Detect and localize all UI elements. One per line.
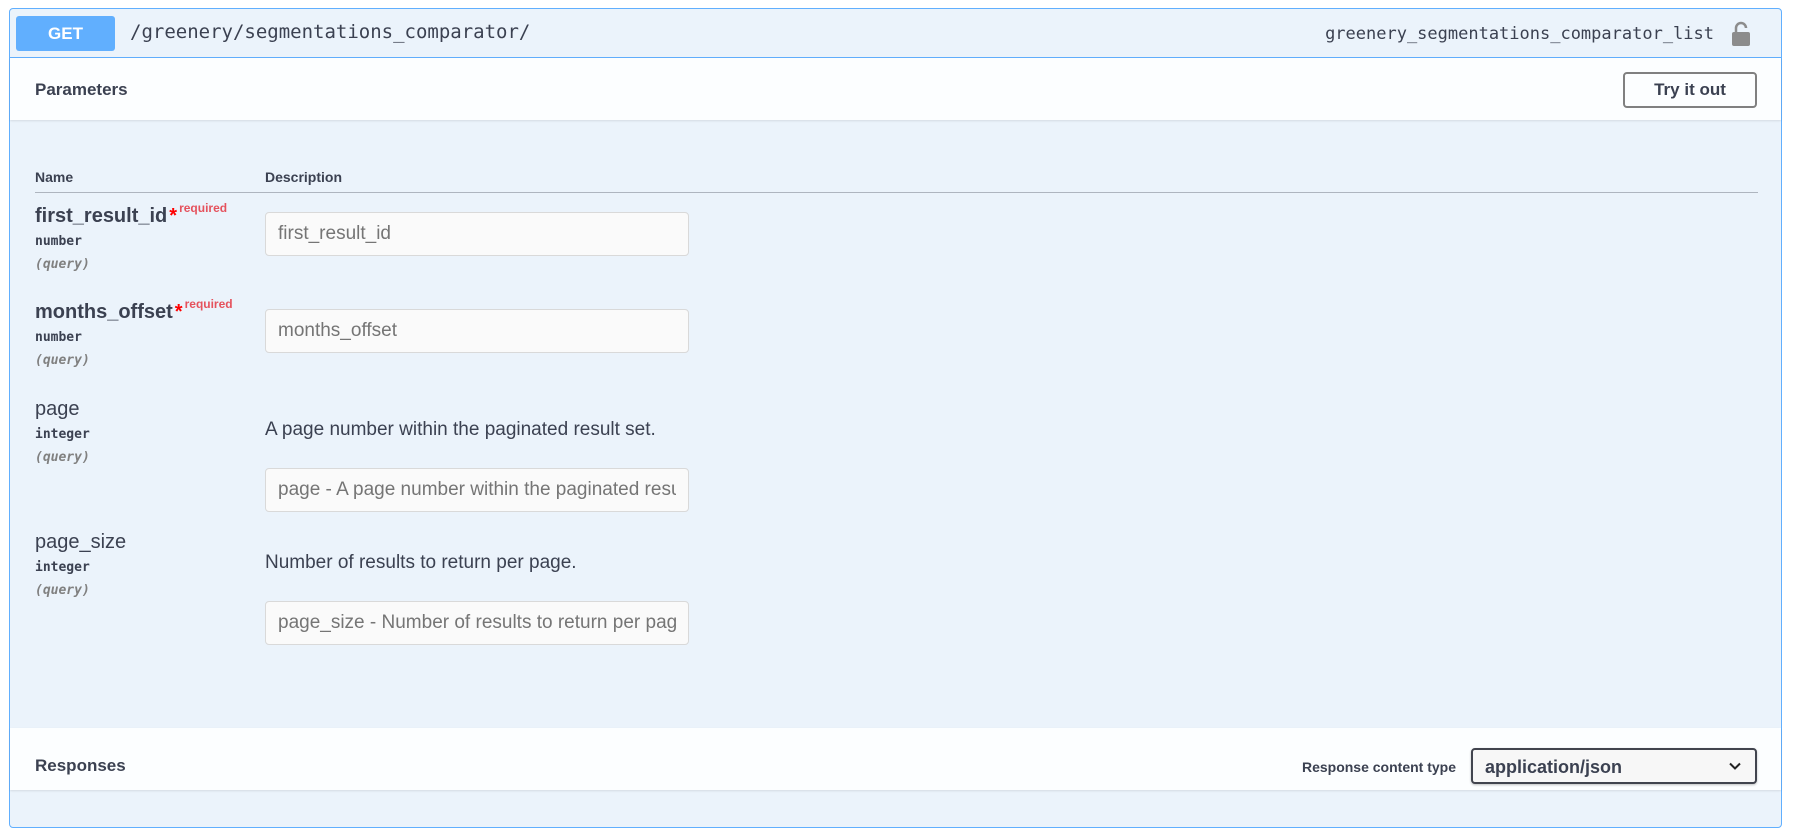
required-star: *	[174, 301, 183, 323]
months-offset-input[interactable]	[265, 309, 689, 353]
parameter-location: (query)	[35, 450, 90, 465]
unlock-icon[interactable]	[1730, 21, 1752, 47]
parameter-first-result-id: first_result_id * required number (query)	[35, 201, 255, 272]
parameter-type: number	[35, 234, 82, 249]
response-content-type-label: Response content type	[1301, 759, 1456, 775]
parameter-type: integer	[35, 560, 90, 575]
parameter-type: number	[35, 330, 82, 345]
parameter-type: integer	[35, 427, 90, 442]
operation-block-get: GET /greenery/segmentations_comparator/ …	[9, 8, 1782, 828]
required-label: required	[179, 201, 228, 215]
parameter-name: first_result_id * required	[35, 201, 255, 228]
endpoint-path: /greenery/segmentations_comparator/	[130, 21, 531, 43]
parameters-header: Parameters Try it out	[10, 58, 1781, 120]
try-it-out-button[interactable]: Try it out	[1623, 72, 1757, 108]
table-header-divider	[35, 192, 1758, 193]
selected-content-type: application/json	[1485, 757, 1623, 777]
parameter-name: page_size	[35, 531, 127, 553]
page-input[interactable]	[265, 468, 689, 512]
parameter-page-size: page_size integer (query)	[35, 531, 255, 598]
parameter-location: (query)	[35, 257, 90, 272]
response-content-type-select[interactable]: application/json	[1471, 748, 1757, 784]
parameters-title: Parameters	[35, 80, 128, 99]
operation-summary[interactable]: GET /greenery/segmentations_comparator/ …	[10, 9, 1781, 58]
responses-title: Responses	[35, 756, 126, 775]
parameter-description: Number of results to return per page.	[265, 552, 577, 573]
parameter-name: page	[35, 398, 80, 420]
operation-id: greenery_segmentations_comparator_list	[1325, 24, 1714, 44]
required-star: *	[169, 205, 178, 227]
first-result-id-input[interactable]	[265, 212, 689, 256]
parameter-months-offset: months_offset * required number (query)	[35, 297, 255, 368]
chevron-down-icon	[1729, 762, 1741, 770]
parameter-name-text: months_offset	[35, 301, 173, 323]
page-size-input[interactable]	[265, 601, 689, 645]
column-header-description: Description	[265, 169, 343, 185]
parameter-description: A page number within the paginated resul…	[265, 419, 656, 440]
parameter-location: (query)	[35, 353, 90, 368]
column-header-name: Name	[35, 169, 74, 185]
parameter-location: (query)	[35, 583, 90, 598]
http-method-badge: GET	[16, 16, 115, 51]
parameter-page: page integer (query)	[35, 398, 255, 465]
parameter-name-text: first_result_id	[35, 205, 168, 227]
parameter-name: months_offset * required	[35, 297, 255, 324]
responses-header: Responses Response content type applicat…	[10, 728, 1781, 790]
required-label: required	[184, 297, 233, 311]
